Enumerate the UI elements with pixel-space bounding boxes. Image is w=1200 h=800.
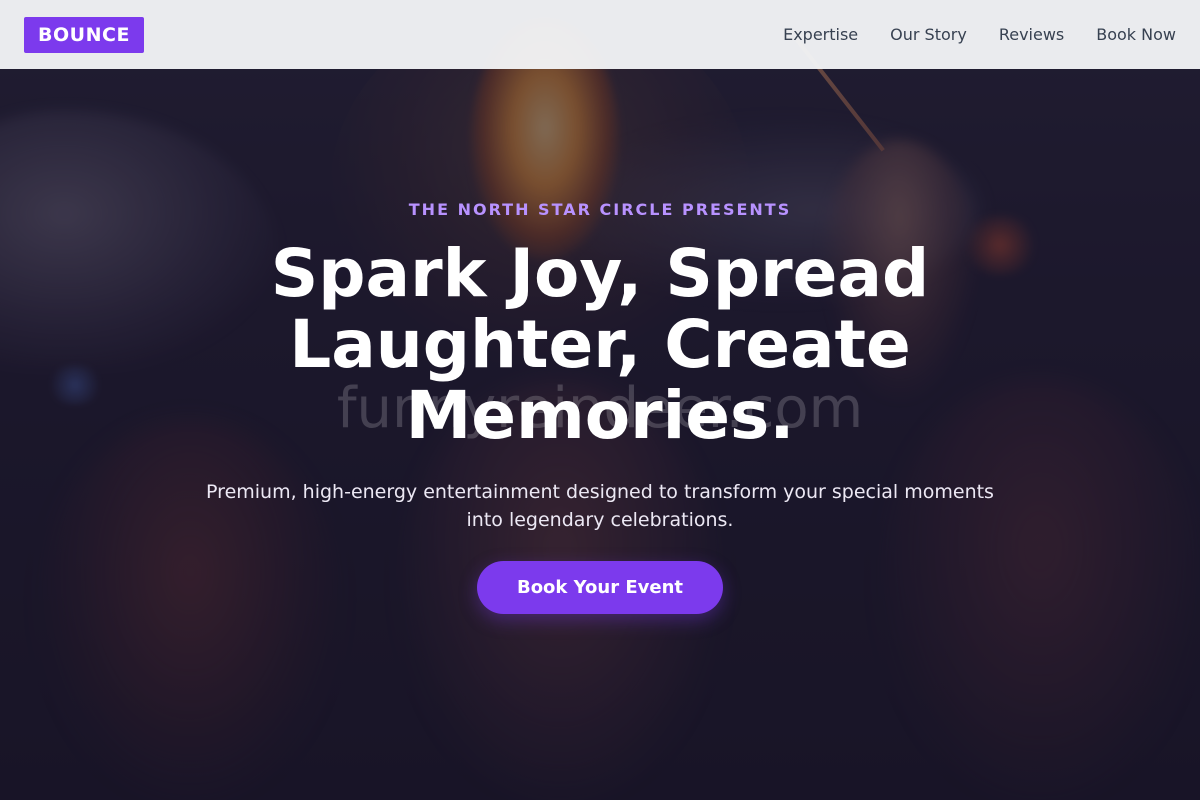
nav-link-expertise[interactable]: Expertise <box>783 25 858 44</box>
top-navbar: BOUNCE Expertise Our Story Reviews Book … <box>0 0 1200 69</box>
headline-line: Spark Joy, Spread <box>270 235 930 312</box>
hero-eyebrow: THE NORTH STAR CIRCLE PRESENTS <box>408 200 792 219</box>
subtext-line: into legendary celebrations. <box>466 509 734 531</box>
hero-subtext: Premium, high-energy entertainment desig… <box>170 478 1030 534</box>
nav-link-reviews[interactable]: Reviews <box>999 25 1064 44</box>
nav-link-our-story[interactable]: Our Story <box>890 25 967 44</box>
bounce-logo[interactable]: BOUNCE <box>24 16 144 53</box>
subtext-line: Premium, high-energy entertainment desig… <box>206 481 994 503</box>
nav-links: Expertise Our Story Reviews Book Now <box>783 25 1176 44</box>
nav-link-book-now[interactable]: Book Now <box>1096 25 1176 44</box>
hero-content: THE NORTH STAR CIRCLE PRESENTS funnyrein… <box>0 0 1200 800</box>
headline-line: Laughter, Create <box>289 306 911 383</box>
hero-headline: Spark Joy, Spread Laughter, Create Memor… <box>200 238 1000 451</box>
book-your-event-button[interactable]: Book Your Event <box>477 561 723 614</box>
headline-line: Memories. <box>405 377 795 454</box>
